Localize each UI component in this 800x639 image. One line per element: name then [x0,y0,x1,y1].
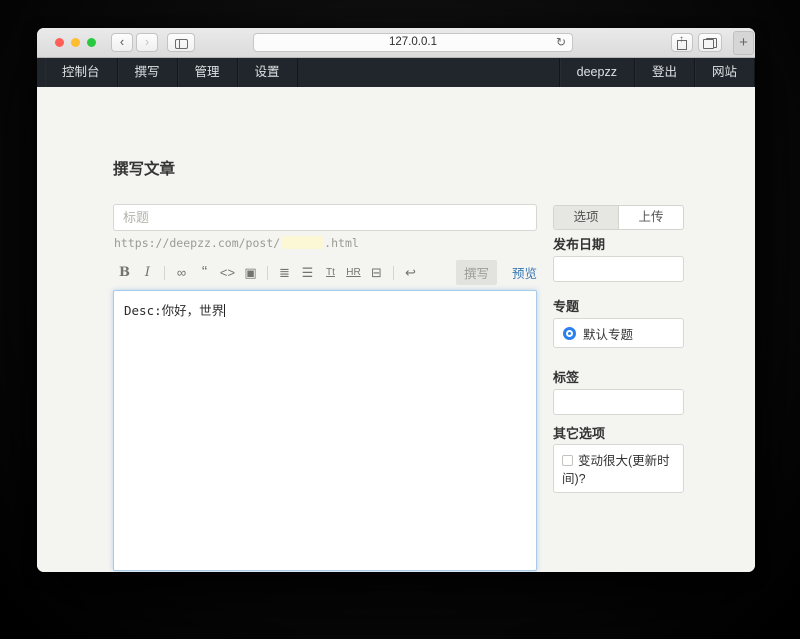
back-icon: ‹ [120,34,124,49]
topic-option-label[interactable]: 默认专题 [583,324,633,343]
topic-option-box: 默认专题 [553,318,684,348]
permalink-slug-highlight[interactable] [281,236,323,249]
permalink-prefix: https://deepzz.com/post/ [114,236,280,250]
tags-label: 标签 [553,367,579,386]
url-field[interactable]: 127.0.0.1 ↻ [253,33,573,52]
forward-icon: › [145,34,149,49]
tab-preview-mode[interactable]: 预览 [512,263,537,282]
nav-item-label: 控制台 [62,65,100,79]
admin-navbar: 控制台 撰写 管理 设置 deepzz 登出 网站 [37,58,755,87]
nav-item-label: 登出 [652,65,677,79]
heading-icon[interactable]: Tt [319,267,342,278]
browser-window: ‹ › 127.0.0.1 ↻ + 控制台 撰写 管理 设置 deepzz 登出 [37,28,755,572]
close-window-button[interactable] [55,38,64,47]
publish-date-label: 发布日期 [553,234,605,253]
nav-item-settings[interactable]: 设置 [238,58,298,87]
nav-item-console[interactable]: 控制台 [45,58,118,87]
ordered-list-icon[interactable]: ≣ [273,265,296,281]
checkbox-unchecked-icon[interactable] [562,455,573,466]
nav-item-site[interactable]: 网站 [695,58,755,87]
permalink-preview: https://deepzz.com/post/ .html [114,236,359,250]
other-options-box: 变动很大(更新时间)? [553,444,684,493]
nav-item-write[interactable]: 撰写 [118,58,178,87]
toolbar-divider [393,266,394,280]
tab-options[interactable]: 选项 [554,206,619,229]
window-controls [55,38,96,47]
back-button[interactable]: ‹ [111,33,133,52]
page-title: 撰写文章 [113,157,175,179]
other-option-label[interactable]: 变动很大(更新时间)? [562,454,670,486]
horizontal-rule-icon[interactable]: HR [342,267,365,278]
sidebar-toggle-button[interactable] [167,33,195,52]
tags-input[interactable] [553,389,684,415]
publish-date-input[interactable] [553,256,684,282]
editor-textarea[interactable]: Desc:你好，世界 [113,290,537,571]
nav-item-label: 管理 [195,65,220,79]
page-break-icon[interactable]: ⊟ [365,265,388,281]
bold-icon[interactable]: B [113,265,136,280]
forward-button[interactable]: › [136,33,158,52]
page-content: 撰写文章 https://deepzz.com/post/ .html B I ∞… [37,87,755,572]
nav-item-username[interactable]: deepzz [559,58,635,87]
share-icon [677,40,687,50]
code-icon[interactable]: <> [216,265,239,280]
tab-upload[interactable]: 上传 [619,206,683,229]
topic-label: 专题 [553,296,579,315]
share-button[interactable] [671,33,693,52]
nav-item-label: 网站 [712,65,737,79]
toolbar-divider [267,266,268,280]
minimize-window-button[interactable] [71,38,80,47]
reload-icon[interactable]: ↻ [556,34,566,51]
plus-icon: + [739,34,748,51]
nav-item-logout[interactable]: 登出 [635,58,695,87]
nav-item-label: 撰写 [135,65,160,79]
navbar-right: deepzz 登出 网站 [559,58,755,87]
permalink-suffix: .html [324,236,359,250]
other-options-label: 其它选项 [553,423,605,442]
zoom-window-button[interactable] [87,38,96,47]
tabs-overview-icon [703,38,717,49]
show-all-tabs-button[interactable] [698,33,722,52]
nav-item-manage[interactable]: 管理 [178,58,238,87]
undo-icon[interactable]: ↩ [399,265,422,281]
title-input[interactable] [113,204,537,231]
italic-icon[interactable]: I [136,265,159,280]
image-icon[interactable]: ▣ [239,265,262,281]
quote-icon[interactable]: “ [193,268,216,278]
browser-toolbar: ‹ › 127.0.0.1 ↻ + [37,28,755,58]
nav-item-label: 设置 [255,65,280,79]
tab-write-mode[interactable]: 撰写 [456,260,497,285]
sidebar-tabs: 选项 上传 [553,205,684,230]
sidebar-icon [175,39,188,49]
radio-checked-icon[interactable] [563,327,576,340]
unordered-list-icon[interactable]: ☰ [296,265,319,281]
editor-toolbar: B I ∞ “ <> ▣ ≣ ☰ Tt HR ⊟ ↩ 撰写 预览 [113,260,537,285]
link-icon[interactable]: ∞ [170,265,193,280]
nav-item-label: deepzz [577,65,617,79]
url-text: 127.0.0.1 [389,36,437,48]
editor-content: Desc:你好，世界 [124,303,224,318]
new-tab-button[interactable]: + [733,31,754,55]
text-caret [224,304,225,317]
toolbar-divider [164,266,165,280]
